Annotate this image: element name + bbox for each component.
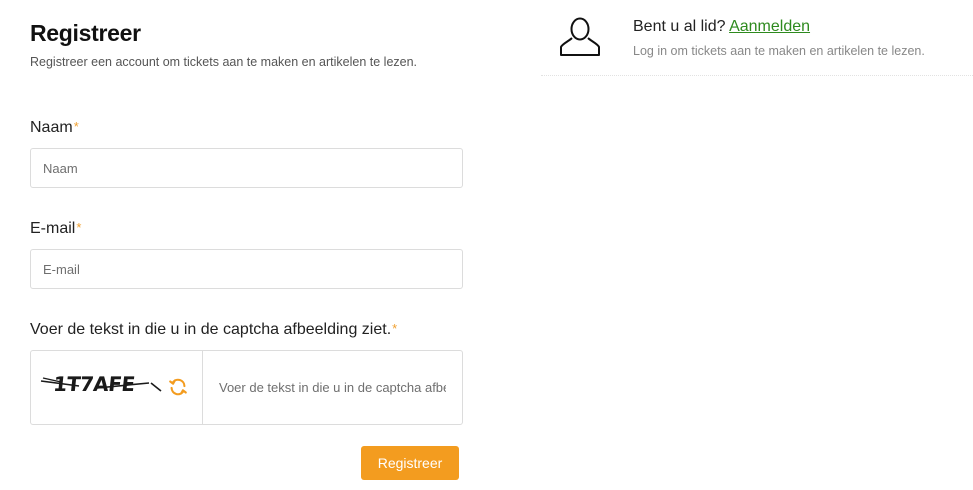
member-question-text: Bent u al lid?: [633, 18, 726, 35]
email-label-text: E-mail: [30, 220, 76, 237]
register-button[interactable]: Registreer: [361, 446, 459, 480]
name-label: Naam*: [30, 119, 79, 137]
name-input[interactable]: [30, 148, 463, 188]
required-marker: *: [73, 119, 79, 134]
login-link[interactable]: Aanmelden: [729, 18, 810, 35]
name-label-text: Naam: [30, 119, 73, 136]
login-prompt: Bent u al lid? Aanmelden Log in om ticke…: [541, 0, 973, 76]
captcha-label-text: Voer de tekst in die u in de captcha afb…: [30, 321, 392, 338]
captcha-box: 1T7AFE: [30, 350, 463, 425]
captcha-image-wrap: 1T7AFE: [31, 351, 203, 424]
member-question: Bent u al lid? Aanmelden: [633, 18, 810, 36]
email-label: E-mail*: [30, 220, 81, 238]
captcha-image: 1T7AFE: [40, 372, 162, 396]
email-input[interactable]: [30, 249, 463, 289]
captcha-label: Voer de tekst in die u in de captcha afb…: [30, 321, 397, 339]
page-title: Registreer: [30, 20, 141, 46]
captcha-input[interactable]: [203, 351, 462, 424]
refresh-icon[interactable]: [167, 376, 189, 398]
page-subtitle: Registreer een account om tickets aan te…: [30, 55, 418, 69]
user-outline-icon: [559, 16, 601, 58]
required-marker: *: [392, 321, 398, 336]
login-subtitle: Log in om tickets aan te maken en artike…: [633, 44, 925, 58]
required-marker: *: [76, 220, 82, 235]
